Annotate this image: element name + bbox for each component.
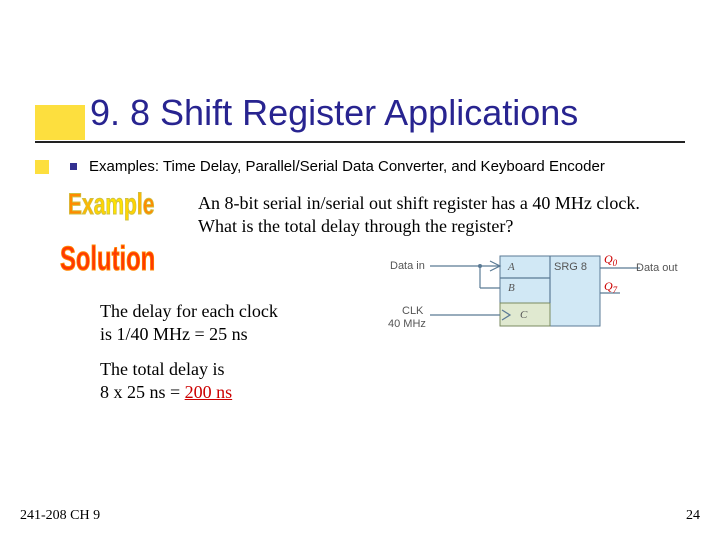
solution-line-2b-pre: 8 x 25 ns =: [100, 382, 185, 402]
solution-line-1a: The delay for each clock: [100, 301, 278, 321]
solution-line-1b: is 1/40 MHz = 25 ns: [100, 324, 248, 344]
example-body: An 8-bit serial in/serial out shift regi…: [198, 192, 650, 237]
label-clk: CLK: [402, 305, 424, 317]
solution-line-2: The total delay is 8 x 25 ns = 200 ns: [100, 358, 232, 405]
circuit-diagram: Data in CLK 40 MHz A B C SRG 8 Q0 Q7 Dat…: [360, 248, 680, 358]
label-clk-freq: 40 MHz: [388, 318, 426, 330]
label-q0: Q0: [604, 252, 618, 268]
footer-left: 241-208 CH 9: [20, 508, 100, 524]
solution-answer: 200 ns: [185, 382, 233, 402]
label-a: A: [507, 261, 515, 273]
bullet-row: Examples: Time Delay, Parallel/Serial Da…: [70, 158, 605, 175]
label-b: B: [508, 282, 515, 294]
wordart-solution: Solution: [60, 240, 155, 279]
label-q7: Q7: [604, 279, 618, 295]
footer-page-number: 24: [686, 508, 700, 524]
bullet-accent-square: [35, 160, 49, 174]
wordart-example: Example: [68, 188, 154, 222]
label-data-out: Data out: [636, 262, 678, 274]
label-c: C: [520, 309, 528, 321]
title-underline: [35, 141, 685, 143]
bullet-text: Examples: Time Delay, Parallel/Serial Da…: [89, 158, 605, 175]
bullet-square-icon: [70, 163, 77, 170]
solution-line-1: The delay for each clock is 1/40 MHz = 2…: [100, 300, 278, 347]
label-srg: SRG 8: [554, 261, 587, 273]
label-data-in: Data in: [390, 260, 425, 272]
title-accent-block: [35, 105, 85, 140]
page-title: 9. 8 Shift Register Applications: [90, 92, 578, 134]
solution-line-2a: The total delay is: [100, 359, 224, 379]
